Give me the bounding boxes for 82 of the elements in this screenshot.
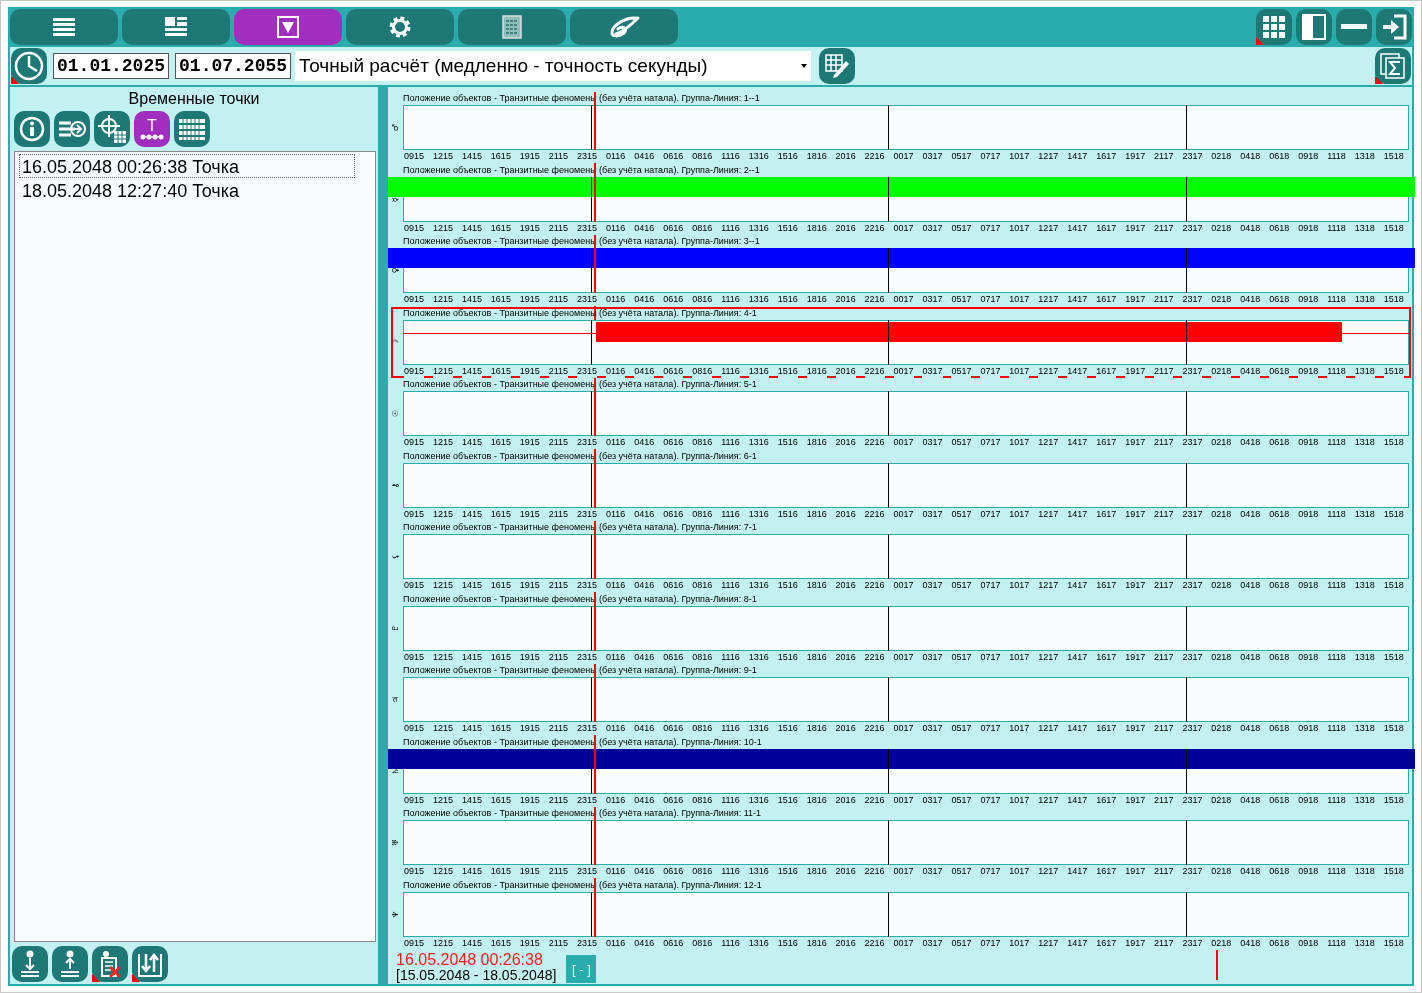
cursor-time: 16.05.2048 00:26:38 [396,952,544,968]
tool-button[interactable] [94,111,130,147]
apply-button[interactable] [819,48,856,84]
toolbar-tab[interactable] [346,9,454,45]
mode-dropdown[interactable]: Точный расчёт (медленно - точность секунды) [295,51,812,81]
tool-button[interactable] [174,111,210,147]
sum-button[interactable] [1375,48,1411,84]
grid-pen-icon [824,53,851,79]
table-icon [179,118,205,140]
mode-text: Точный расчёт (медленно - точность секунды) [299,55,708,77]
clock-icon [14,51,44,81]
panel-icon [1302,14,1326,40]
time-point-item[interactable]: 18.05.2048 12:27:40 Точка [19,178,355,202]
track-row[interactable] [391,878,1411,950]
track-row[interactable] [391,92,1411,164]
toolbar-tab[interactable] [234,9,342,45]
toolbar-tab[interactable] [458,9,566,45]
panel-title: Временные точки [127,89,261,109]
gear-icon [388,15,412,39]
time-tick: 2315 [577,293,598,306]
date-range: [15.05.2048 - 18.05.2048] [396,968,557,983]
toolbar-tab[interactable] [122,9,230,45]
download-icon [18,950,42,978]
grid-icon [1263,16,1285,38]
dropdown-icon [277,16,299,38]
layout-icon [165,17,187,37]
corner-marker [132,974,140,982]
tool-label: T [147,118,157,134]
track-row[interactable] [391,664,1411,736]
toolbar-tab[interactable] [570,9,678,45]
planet-symbol: ♃ [390,694,401,706]
sigma-icon [1380,53,1406,79]
planet-symbol: ☿ [390,195,401,204]
window-button[interactable] [1256,9,1292,45]
list-icon [53,17,75,37]
corner-marker [92,974,100,982]
planet-symbol: ☉ [390,408,401,420]
time-tick: 2315 [577,150,598,163]
planet-symbol: ♅ [390,837,401,849]
tool-button[interactable] [132,946,168,982]
tool-button[interactable] [12,946,48,982]
track-row[interactable] [391,449,1411,521]
position-marker [1216,950,1218,980]
track-row[interactable] [391,378,1411,450]
time-tick: 2315 [577,579,598,592]
upload-icon [58,950,82,978]
track-row[interactable] [391,306,1411,378]
planet-symbol: ♀ [390,266,401,276]
minimize-icon [1341,24,1367,30]
time-point-item[interactable]: 16.05.2048 00:26:38 Точка [19,154,355,178]
track-row[interactable] [391,521,1411,593]
date-field[interactable]: 01.01.2025 [53,53,170,79]
planet-symbol: ☽ [390,337,401,348]
window-button[interactable] [1376,9,1412,45]
window-button[interactable] [1296,9,1332,45]
planet-symbol: ⚸ [390,552,401,562]
tool-button[interactable] [92,946,128,982]
planet-symbol: ⚷ [390,481,401,490]
planet-symbol: ♂ [390,122,401,134]
window-button[interactable] [1336,9,1372,45]
track-row[interactable] [391,807,1411,879]
time-tick: 2315 [577,436,598,449]
crosshair-icon [97,114,127,144]
tool-button[interactable] [52,946,88,982]
track-row[interactable] [391,592,1411,664]
info-icon [19,116,45,142]
time-tick: 2315 [577,865,598,878]
time-tick: 2315 [577,722,598,735]
exit-icon [1381,14,1407,40]
planet-symbol: ♆ [390,909,401,920]
tool-button[interactable] [54,111,90,147]
dots-icon [140,134,164,140]
planet-symbol: ♇ [390,623,401,634]
caret-icon [801,64,808,68]
tool-button[interactable]: T [134,111,170,147]
tool-button[interactable] [14,111,50,147]
sheet-icon [502,15,522,39]
toolbar-tab[interactable] [10,9,118,45]
delete-list-icon [98,950,122,978]
planet-symbol: ♄ [390,766,401,777]
clock-button[interactable] [11,48,47,84]
date-field[interactable]: 01.07.2055 [175,53,292,79]
